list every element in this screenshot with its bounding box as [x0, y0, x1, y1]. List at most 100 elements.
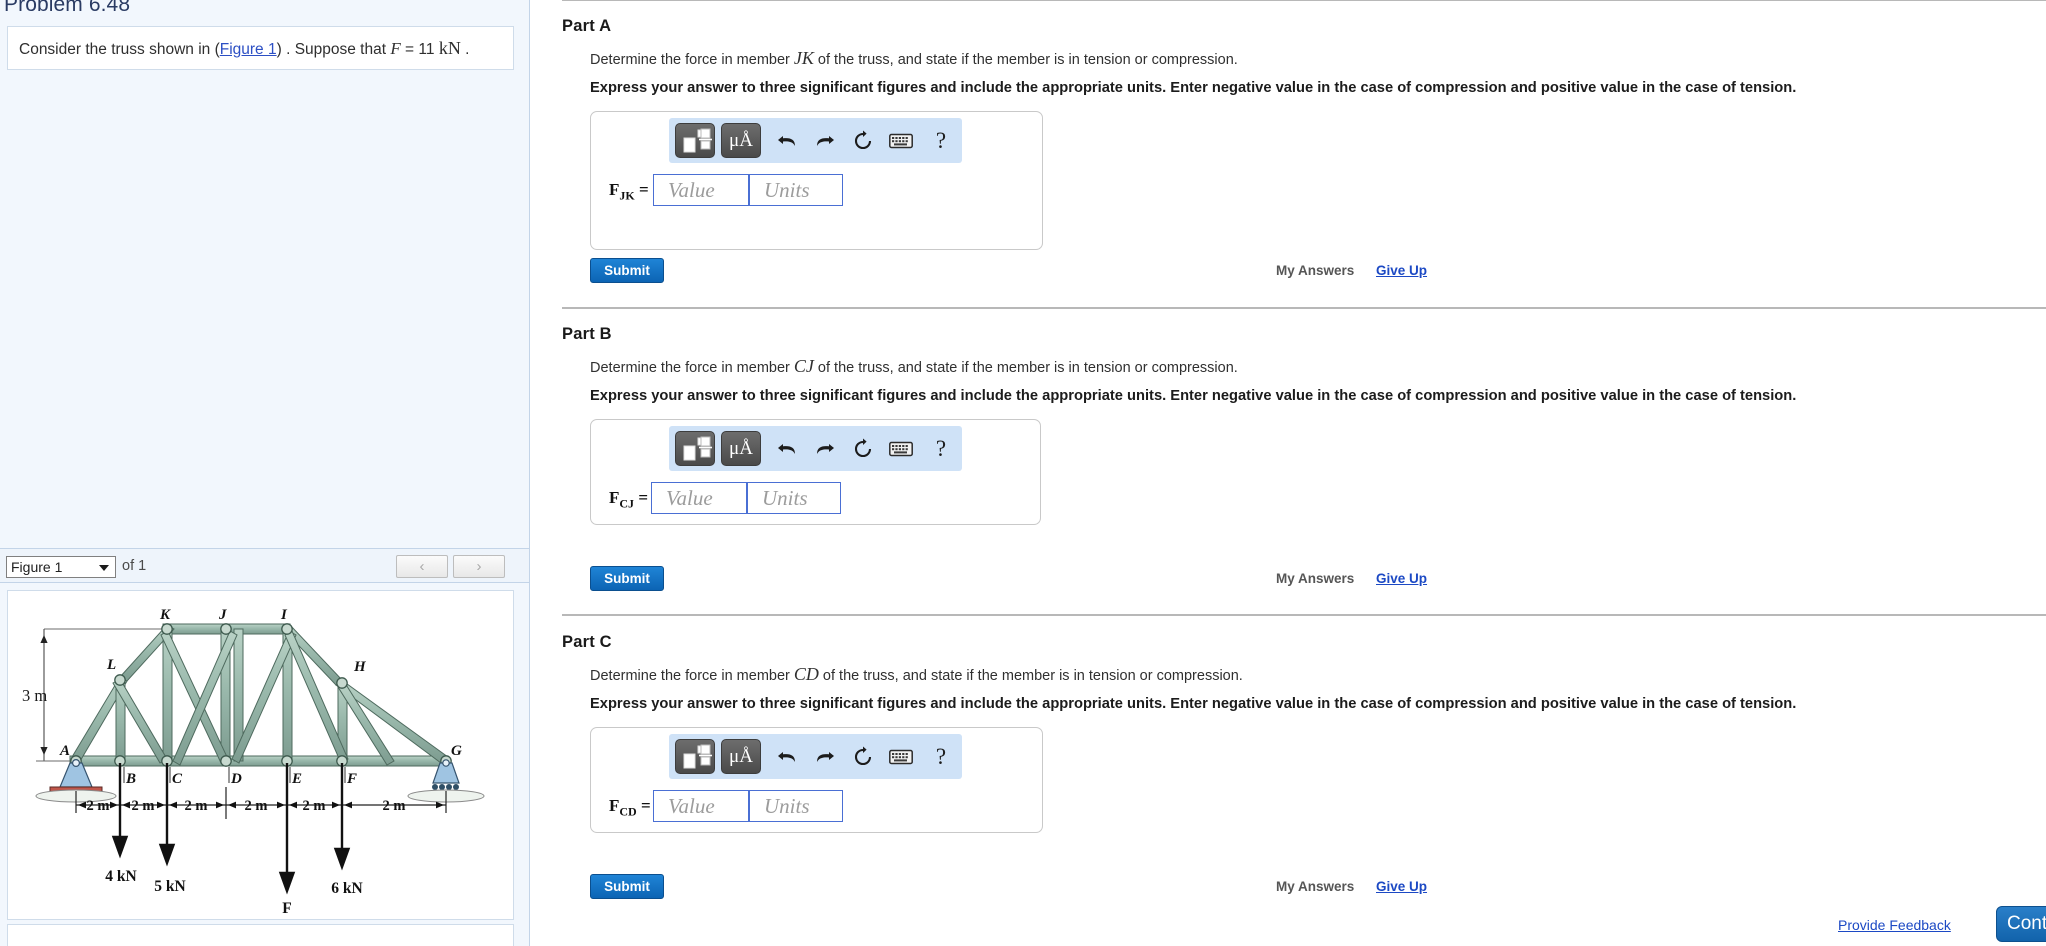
svg-text:2 m: 2 m: [303, 798, 326, 814]
svg-text:2 m: 2 m: [245, 798, 268, 814]
micro-angstrom-icon[interactable]: μÅ: [721, 123, 761, 158]
force-unit: kN: [438, 38, 461, 58]
help-question-icon[interactable]: ?: [923, 431, 959, 466]
chevron-down-icon: [99, 565, 109, 571]
reset-circular-arrow-icon[interactable]: [845, 123, 881, 158]
math-template-icon[interactable]: [675, 739, 715, 774]
svg-text:L: L: [106, 657, 116, 673]
part-b-label-base: F: [609, 488, 620, 507]
part-c-prompt-after: of the truss, and state if the member is…: [818, 668, 1243, 684]
statement-eq: = 11: [400, 41, 439, 58]
truss-diagram: 3 m A B C D E F G H I J K L 2 m 2 m 2 m …: [22, 607, 485, 917]
svg-text:K: K: [159, 607, 171, 623]
figure-image-container[interactable]: 3 m A B C D E F G H I J K L 2 m 2 m 2 m …: [7, 590, 514, 920]
help-question-icon[interactable]: ?: [923, 739, 959, 774]
part-c-value-placeholder: Value: [668, 794, 715, 818]
part-b-units-input[interactable]: Units: [747, 482, 841, 514]
part-b-block: Part B Determine the force in member CJ …: [531, 307, 2046, 614]
micro-angstrom-icon[interactable]: μÅ: [721, 431, 761, 466]
part-b-divider: [562, 307, 2046, 309]
svg-text:C: C: [172, 771, 183, 787]
undo-arrow-icon[interactable]: [769, 123, 805, 158]
figure-next-button[interactable]: ›: [453, 555, 505, 578]
chevron-right-icon: ›: [476, 558, 482, 575]
redo-arrow-icon[interactable]: [807, 431, 843, 466]
part-c-answer-row: FCD = Value Units: [591, 790, 1044, 824]
micro-angstrom-icon[interactable]: μÅ: [721, 739, 761, 774]
redo-arrow-icon[interactable]: [807, 123, 843, 158]
part-c-prompt: Determine the force in member CD of the …: [590, 664, 1243, 685]
undo-arrow-icon[interactable]: [769, 431, 805, 466]
page-root: Problem 6.48 Consider the truss shown in…: [0, 0, 2046, 946]
svg-text:3 m: 3 m: [22, 686, 47, 705]
part-c-equals: =: [640, 796, 651, 815]
part-c-instructions: Express your answer to three significant…: [590, 696, 1797, 712]
part-c-prompt-before: Determine the force in member: [590, 668, 794, 684]
help-question-icon[interactable]: ?: [923, 123, 959, 158]
part-a-instructions: Express your answer to three significant…: [590, 80, 1797, 96]
math-template-icon[interactable]: [675, 123, 715, 158]
continue-button[interactable]: Continue: [1996, 906, 2046, 942]
svg-text:F: F: [346, 771, 357, 787]
sidebar-blank-area: [7, 72, 514, 552]
sidebar-bottom-strip: [7, 924, 514, 946]
problem-sidebar: Problem 6.48 Consider the truss shown in…: [0, 0, 530, 946]
svg-text:2 m: 2 m: [185, 798, 208, 814]
keyboard-icon[interactable]: [883, 739, 919, 774]
part-a-units-input[interactable]: Units: [749, 174, 843, 206]
micro-angstrom-label: μÅ: [729, 437, 753, 459]
reset-circular-arrow-icon[interactable]: [845, 431, 881, 466]
provide-feedback-link[interactable]: Provide Feedback: [1838, 917, 1951, 933]
keyboard-icon[interactable]: [883, 431, 919, 466]
figure-navigation-bar: Figure 1 of 1 ‹ ›: [0, 548, 529, 583]
part-a-value-input[interactable]: Value: [653, 174, 749, 206]
part-c-give-up-link[interactable]: Give Up: [1376, 879, 1427, 894]
svg-text:E: E: [291, 771, 302, 787]
part-c-units-input[interactable]: Units: [749, 790, 843, 822]
svg-text:I: I: [280, 607, 288, 623]
svg-text:6 kN: 6 kN: [331, 880, 362, 897]
part-b-my-answers-link[interactable]: My Answers: [1276, 571, 1354, 586]
part-b-answer-row: FCJ = Value Units: [591, 482, 1042, 516]
figure-prev-button[interactable]: ‹: [396, 555, 448, 578]
part-b-answer-box: μÅ ? FCJ = Value Units: [590, 419, 1041, 525]
chevron-left-icon: ‹: [419, 558, 425, 575]
micro-angstrom-label: μÅ: [729, 745, 753, 767]
keyboard-icon[interactable]: [883, 123, 919, 158]
parts-panel: Part A Determine the force in member JK …: [531, 0, 2046, 946]
part-a-my-answers-link[interactable]: My Answers: [1276, 263, 1354, 278]
part-b-submit-button[interactable]: Submit: [590, 566, 664, 591]
svg-text:4 kN: 4 kN: [105, 868, 136, 885]
part-a-give-up-link[interactable]: Give Up: [1376, 263, 1427, 278]
svg-text:F: F: [282, 900, 291, 917]
svg-text:D: D: [230, 771, 242, 787]
part-b-give-up-link[interactable]: Give Up: [1376, 571, 1427, 586]
part-a-heading: Part A: [562, 17, 612, 35]
part-c-submit-button[interactable]: Submit: [590, 874, 664, 899]
reset-circular-arrow-icon[interactable]: [845, 739, 881, 774]
part-b-instructions: Express your answer to three significant…: [590, 388, 1797, 404]
figure-select-dropdown[interactable]: Figure 1: [6, 556, 116, 578]
part-a-toolbar: μÅ ?: [669, 118, 962, 163]
part-a-prompt: Determine the force in member JK of the …: [590, 48, 1238, 69]
part-b-value-input[interactable]: Value: [651, 482, 747, 514]
math-template-icon[interactable]: [675, 431, 715, 466]
svg-text:A: A: [59, 743, 70, 759]
problem-statement-box: Consider the truss shown in (Figure 1) .…: [7, 26, 514, 70]
part-b-equals: =: [638, 488, 648, 507]
svg-text:B: B: [125, 771, 136, 787]
part-c-value-input[interactable]: Value: [653, 790, 749, 822]
figure-1-link[interactable]: Figure 1: [220, 41, 277, 58]
part-a-value-placeholder: Value: [668, 178, 715, 202]
part-b-prompt-after: of the truss, and state if the member is…: [813, 360, 1238, 376]
part-c-heading: Part C: [562, 633, 612, 651]
statement-suffix: .: [460, 41, 470, 58]
part-c-my-answers-link[interactable]: My Answers: [1276, 879, 1354, 894]
part-a-submit-button[interactable]: Submit: [590, 258, 664, 283]
undo-arrow-icon[interactable]: [769, 739, 805, 774]
part-c-member: CD: [793, 664, 819, 684]
part-b-label-sub: CJ: [619, 496, 635, 511]
redo-arrow-icon[interactable]: [807, 739, 843, 774]
part-a-label-sub: JK: [619, 188, 635, 203]
statement-middle: ) . Suppose that: [276, 41, 391, 58]
